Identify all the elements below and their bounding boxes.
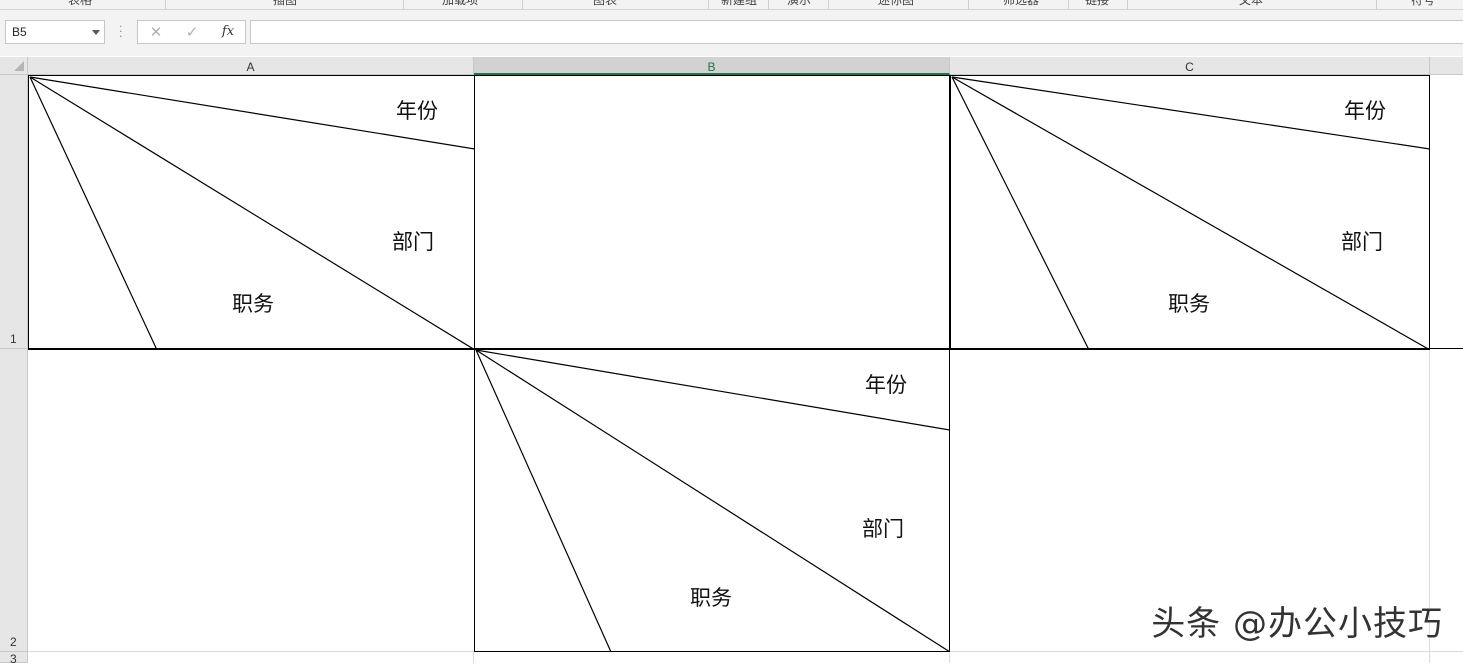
insert-function-icon[interactable]: fx xyxy=(216,21,240,43)
header-label-department: 部门 xyxy=(1341,230,1383,254)
ribbon-separator xyxy=(968,0,969,9)
column-header-b[interactable]: B xyxy=(474,57,950,75)
ribbon-group-addins: 加载项 xyxy=(441,0,478,7)
select-all-button[interactable] xyxy=(0,57,28,75)
column-header-d[interactable] xyxy=(1430,57,1463,75)
watermark: 头条 @办公小技巧 xyxy=(1151,604,1443,644)
formula-buttons: ✕ ✓ fx xyxy=(137,20,246,44)
header-label-department: 部门 xyxy=(392,230,434,254)
ribbon-separator xyxy=(768,0,769,9)
ribbon-separator xyxy=(828,0,829,9)
header-label-position: 职务 xyxy=(1168,292,1210,316)
ribbon-group-links: 链接 xyxy=(1084,0,1109,7)
formula-input[interactable] xyxy=(250,20,1463,44)
name-box[interactable]: B5 xyxy=(5,20,105,44)
enter-check-icon[interactable]: ✓ xyxy=(180,21,204,43)
cell-a1-diagonal-header[interactable]: 年份 部门 职务 xyxy=(28,75,475,350)
column-header-c[interactable]: C xyxy=(950,57,1430,75)
header-label-department: 部门 xyxy=(862,517,904,541)
row-header-1[interactable]: 1 xyxy=(0,75,28,349)
ribbon-group-text: 文本 xyxy=(1238,0,1263,7)
ribbon-group-labels: 表格 插图 加载项 图表 新建组 演示 迷你图 筛选器 链接 文本 符号 xyxy=(0,0,1463,10)
row-number: 1 xyxy=(10,332,17,346)
formula-bar: B5 · · · ✕ ✓ fx xyxy=(0,10,1463,56)
ribbon-group-sparklines: 迷你图 xyxy=(877,0,914,7)
cell-b2-diagonal-header[interactable]: 年份 部门 职务 xyxy=(474,348,950,652)
ribbon-group-tables: 表格 xyxy=(67,0,92,7)
ribbon-separator xyxy=(1127,0,1128,9)
name-box-value: B5 xyxy=(12,25,27,39)
header-label-year: 年份 xyxy=(1344,99,1386,123)
ribbon-group-presentation: 演示 xyxy=(786,0,811,7)
ribbon-group-charts: 图表 xyxy=(592,0,617,7)
cell-b1[interactable] xyxy=(474,75,950,350)
row-number: 2 xyxy=(10,635,17,649)
ribbon-group-filters: 筛选器 xyxy=(1002,0,1039,7)
row-header-3[interactable]: 3 xyxy=(0,652,28,666)
cancel-icon[interactable]: ✕ xyxy=(144,21,168,43)
ribbon-separator xyxy=(708,0,709,9)
formula-bar-grip-icon[interactable]: · · · xyxy=(119,21,123,42)
gridline xyxy=(473,651,474,663)
row-header-2[interactable]: 2 xyxy=(0,349,28,652)
ribbon-separator xyxy=(522,0,523,9)
header-label-position: 职务 xyxy=(690,586,732,610)
header-label-position: 职务 xyxy=(232,292,274,316)
ribbon-group-illustrations: 插图 xyxy=(272,0,297,7)
header-label-year: 年份 xyxy=(396,99,438,123)
header-label-year: 年份 xyxy=(865,373,907,397)
ribbon-separator xyxy=(165,0,166,9)
chevron-down-icon[interactable] xyxy=(92,30,100,35)
ribbon-separator xyxy=(1376,0,1377,9)
ribbon-group-new-group: 新建组 xyxy=(720,0,757,7)
ribbon-separator xyxy=(1068,0,1069,9)
select-all-triangle-icon xyxy=(14,61,24,71)
cell-c1-diagonal-header[interactable]: 年份 部门 职务 xyxy=(950,75,1430,350)
ribbon-group-symbols: 符号 xyxy=(1410,0,1435,7)
gridline xyxy=(949,651,950,663)
column-header-a[interactable]: A xyxy=(28,57,474,75)
ribbon-separator xyxy=(403,0,404,9)
row-number: 3 xyxy=(10,652,17,666)
